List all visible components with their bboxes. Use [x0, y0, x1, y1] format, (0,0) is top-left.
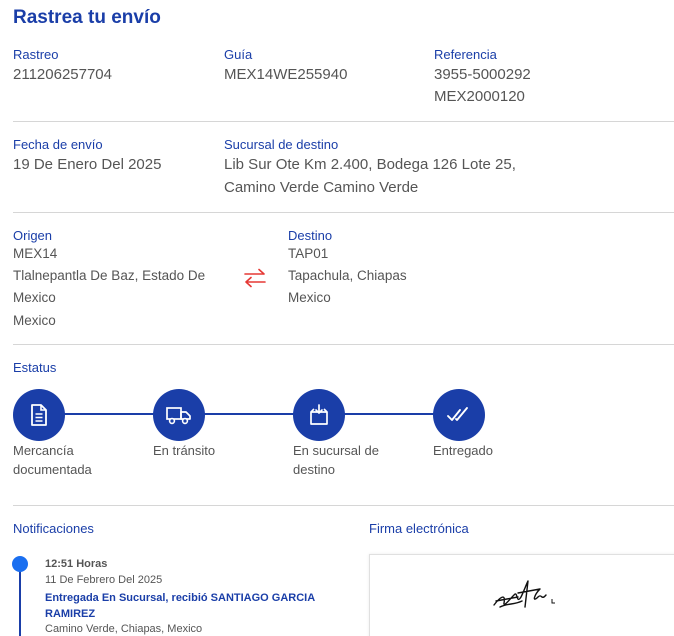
origen-line-2: Mexico	[13, 290, 56, 305]
status-step-label: En tránsito	[153, 443, 216, 458]
signature-label: Firma electrónica	[369, 521, 469, 536]
package-icon	[310, 404, 328, 425]
fecha-envio-label: Fecha de envío	[13, 137, 103, 152]
destino-label: Destino	[288, 228, 333, 243]
destino-line-1: Tapachula, Chiapas	[288, 268, 407, 283]
referencia-value-2: MEX2000120	[434, 88, 525, 105]
divider	[13, 505, 674, 506]
status-track-line	[38, 413, 458, 415]
notification-time: 12:51 Horas	[45, 558, 108, 570]
notification-place: Camino Verde, Chiapas, Mexico	[45, 623, 203, 635]
divider	[13, 344, 674, 345]
divider	[13, 121, 674, 122]
truck-icon	[166, 407, 191, 425]
notification-date: 11 De Febrero Del 2025	[45, 574, 163, 586]
rastreo-label: Rastreo	[13, 47, 59, 62]
origen-line-1: Tlalnepantla De Baz, Estado De	[13, 268, 206, 283]
status-step-label: En sucursal de destino	[293, 443, 379, 477]
status-step-label: Mercancía documentada	[13, 443, 92, 477]
sucursal-destino-label: Sucursal de destino	[224, 137, 339, 152]
signature-box	[369, 554, 674, 636]
destino-code: TAP01	[288, 246, 329, 261]
notification-event: Entregada En Sucursal, recibió SANTIAGO …	[45, 592, 316, 620]
document-icon	[31, 404, 47, 426]
guia-label: Guía	[224, 47, 253, 62]
referencia-label: Referencia	[434, 47, 497, 62]
status-step-documentada	[13, 389, 65, 441]
status-step-entregado	[433, 389, 485, 441]
guia-value: MEX14WE255940	[224, 66, 348, 83]
destino-line-2: Mexico	[288, 290, 331, 305]
page-title: Rastrea tu envío	[13, 7, 161, 28]
timeline-line	[19, 566, 21, 636]
rastreo-value: 211206257704	[13, 66, 112, 83]
divider	[13, 212, 674, 213]
status-step-label: Entregado	[433, 443, 493, 458]
origen-label: Origen	[13, 228, 53, 243]
double-check-icon	[447, 407, 468, 421]
sucursal-destino-line-1: Lib Sur Ote Km 2.400, Bodega 126 Lote 25…	[224, 156, 516, 173]
status-step-sucursal	[293, 389, 345, 441]
origen-code: MEX14	[13, 246, 58, 261]
signature-image	[493, 580, 555, 608]
status-step-transito	[153, 389, 205, 441]
swap-arrows-icon	[244, 268, 266, 288]
fecha-envio-value: 19 De Enero Del 2025	[13, 156, 162, 173]
status-label: Estatus	[13, 360, 57, 375]
timeline-dot	[12, 556, 28, 572]
notifications-label: Notificaciones	[13, 521, 94, 536]
origen-line-3: Mexico	[13, 313, 56, 328]
sucursal-destino-line-2: Camino Verde Camino Verde	[224, 179, 419, 196]
referencia-value-1: 3955-5000292	[434, 66, 531, 83]
